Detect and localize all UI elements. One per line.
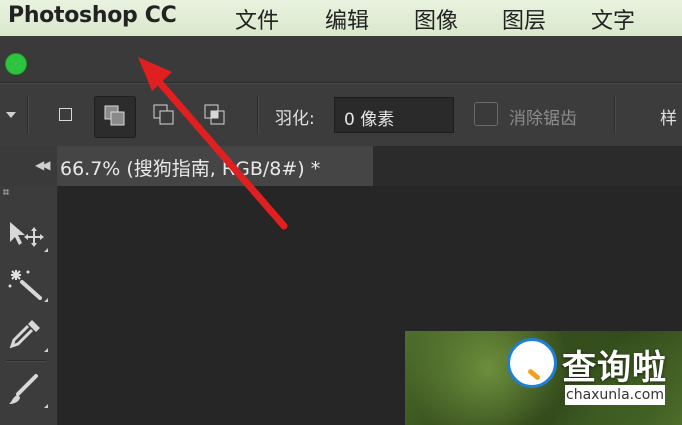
menu-type[interactable]: 文字 bbox=[591, 3, 635, 35]
panel-grip-icon[interactable] bbox=[3, 189, 9, 195]
tool-flyout-indicator bbox=[44, 298, 48, 302]
options-bar: 羽化: 0 像素 消除锯齿 样 bbox=[0, 83, 682, 147]
divider bbox=[6, 360, 46, 361]
tool-flyout-indicator bbox=[44, 348, 48, 352]
menu-bar: Photoshop CC 文件 编辑 图像 图层 文字 bbox=[0, 0, 682, 36]
add-to-selection-icon bbox=[104, 105, 125, 126]
magic-wand-tool-button[interactable] bbox=[4, 264, 50, 304]
tools-panel-header: ◀◀ bbox=[0, 146, 58, 186]
tool-preset-dropdown-icon[interactable] bbox=[6, 112, 16, 118]
move-tool-button[interactable] bbox=[4, 214, 50, 254]
menu-image[interactable]: 图像 bbox=[414, 3, 458, 35]
style-label: 样 bbox=[660, 109, 677, 129]
brush-tool-button[interactable] bbox=[4, 370, 50, 410]
window-zoom-button[interactable] bbox=[5, 53, 27, 75]
document-tab-bar: ◀◀ 66.7% (搜狗指南, RGB/8#) * bbox=[0, 146, 682, 186]
tool-flyout-indicator bbox=[44, 404, 48, 408]
watermark-logo-icon bbox=[507, 338, 557, 388]
intersect-with-selection-icon bbox=[204, 104, 225, 125]
feather-input[interactable]: 0 像素 bbox=[334, 97, 454, 133]
window-titlebar bbox=[0, 36, 682, 83]
watermark-brand: 查询啦 bbox=[562, 348, 667, 388]
menu-edit[interactable]: 编辑 bbox=[325, 3, 369, 35]
menu-layer[interactable]: 图层 bbox=[502, 3, 546, 35]
divider bbox=[257, 96, 258, 134]
watermark-domain: chaxunla.com bbox=[565, 385, 665, 405]
new-selection-button[interactable] bbox=[46, 96, 86, 136]
document-tab-title: 66.7% (搜狗指南, RGB/8#) * bbox=[60, 158, 321, 180]
eyedropper-tool-button[interactable] bbox=[4, 314, 50, 354]
anti-alias-label: 消除锯齿 bbox=[509, 109, 577, 129]
divider bbox=[27, 96, 28, 134]
feather-label: 羽化: bbox=[275, 109, 315, 129]
anti-alias-checkbox[interactable] bbox=[474, 102, 498, 126]
menu-file[interactable]: 文件 bbox=[235, 3, 279, 35]
tools-panel bbox=[0, 186, 58, 425]
collapse-panel-icon[interactable]: ◀◀ bbox=[35, 158, 51, 172]
new-selection-icon bbox=[59, 108, 72, 121]
app-menu[interactable]: Photoshop CC bbox=[8, 3, 177, 28]
document-tab[interactable]: 66.7% (搜狗指南, RGB/8#) * bbox=[57, 146, 374, 186]
divider bbox=[614, 96, 615, 134]
tool-flyout-indicator bbox=[44, 248, 48, 252]
subtract-from-selection-button[interactable] bbox=[145, 96, 185, 136]
intersect-with-selection-button[interactable] bbox=[196, 96, 236, 136]
add-to-selection-button[interactable] bbox=[94, 96, 136, 138]
subtract-from-selection-icon bbox=[153, 104, 174, 125]
